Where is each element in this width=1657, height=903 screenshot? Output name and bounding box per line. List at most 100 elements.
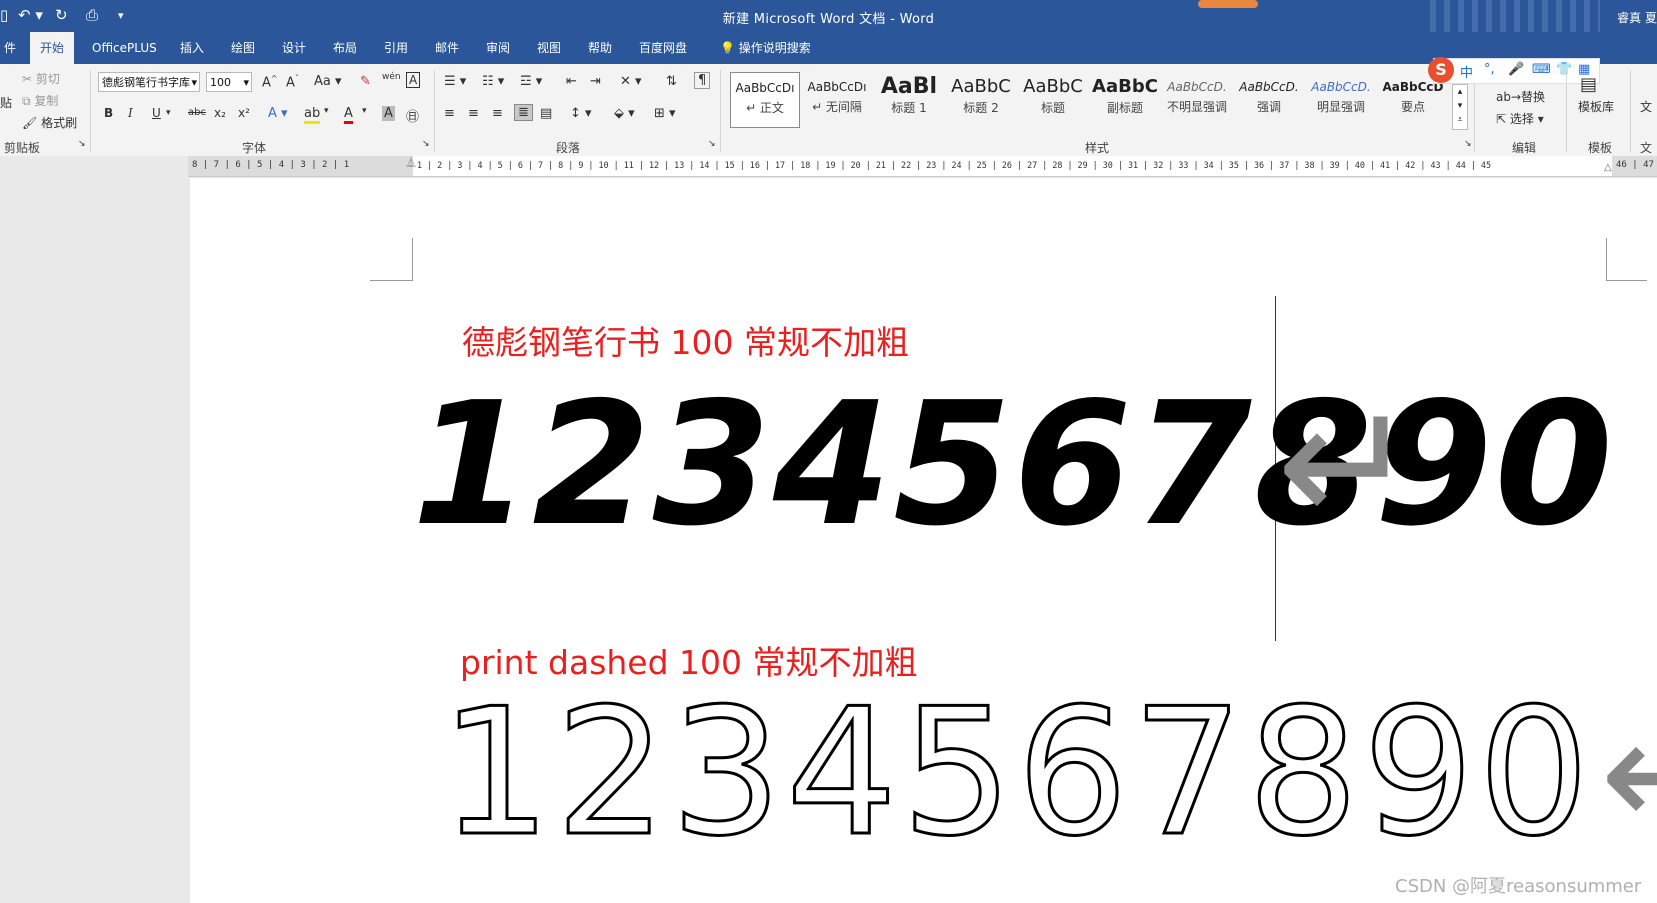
cut-button[interactable]: ✂ 剪切 bbox=[22, 70, 60, 87]
tab-help[interactable]: 帮助 bbox=[578, 32, 622, 64]
change-case-button[interactable]: Aa ▾ bbox=[314, 74, 342, 89]
tell-me-search[interactable]: 💡 操作说明搜索 bbox=[710, 32, 821, 64]
underline-button[interactable]: U bbox=[152, 106, 161, 120]
user-name[interactable]: 睿真 夏 bbox=[1617, 9, 1657, 26]
template-library-icon[interactable]: ▤ bbox=[1580, 74, 1597, 95]
dialog-launcher-icon[interactable]: ↘ bbox=[78, 139, 86, 149]
chevron-down-icon[interactable]: ▾ bbox=[362, 106, 367, 116]
tab-file[interactable]: 件 bbox=[0, 32, 26, 64]
digits-solid[interactable]: 1234567890 bbox=[412, 380, 1615, 550]
right-indent-marker-icon[interactable]: △ bbox=[1604, 162, 1612, 173]
heading-solid-font[interactable]: 德彪钢笔行书 100 常规不加粗 bbox=[462, 316, 909, 364]
style-heading-1[interactable]: AaBl 标题 1 bbox=[874, 72, 944, 128]
select-button[interactable]: ⇱ 选择 ▾ bbox=[1496, 110, 1544, 127]
subscript-button[interactable]: x₂ bbox=[214, 106, 226, 120]
style-title[interactable]: AaBbC 标题 bbox=[1018, 72, 1088, 128]
show-marks-icon[interactable]: ¶ bbox=[694, 72, 711, 89]
numbering-icon[interactable]: ☷ ▾ bbox=[482, 74, 504, 89]
align-right-icon[interactable]: ≡ bbox=[492, 106, 503, 121]
lightbulb-icon: 💡 bbox=[720, 41, 735, 55]
char-border-icon[interactable]: A bbox=[406, 72, 421, 88]
bullets-icon[interactable]: ☰ ▾ bbox=[444, 74, 466, 89]
align-left-icon[interactable]: ≡ bbox=[444, 106, 455, 121]
dialog-launcher-icon[interactable]: ↘ bbox=[422, 139, 430, 149]
grow-font-icon[interactable]: A^ bbox=[262, 74, 278, 90]
styles-scroll[interactable]: ▴ ▾ ⩡ bbox=[1452, 84, 1468, 130]
replace-button[interactable]: ab→替换 bbox=[1496, 88, 1545, 105]
paste-button[interactable]: 贴 bbox=[0, 94, 12, 111]
styles-more-icon[interactable]: ⩡ bbox=[1457, 115, 1462, 125]
dialog-launcher-icon[interactable]: ↘ bbox=[1464, 139, 1472, 149]
shrink-font-icon[interactable]: Aˇ bbox=[286, 74, 299, 90]
bold-button[interactable]: B bbox=[104, 106, 113, 120]
tab-officeplus[interactable]: OfficePLUS bbox=[82, 32, 167, 64]
cursor-icon: ⇱ bbox=[1496, 112, 1510, 126]
skin-icon[interactable]: 👕 bbox=[1556, 62, 1572, 77]
style-subtle-emphasis[interactable]: AaBbCcD. 不明显强调 bbox=[1162, 72, 1232, 128]
sort-icon[interactable]: ⇅ bbox=[666, 74, 677, 89]
microphone-icon[interactable]: 🎤 bbox=[1508, 62, 1524, 77]
enclosed-char-icon[interactable]: ㊐ bbox=[406, 106, 419, 125]
sogou-logo[interactable]: S bbox=[1428, 57, 1454, 83]
style-heading-2[interactable]: AaBbC 标题 2 bbox=[946, 72, 1016, 128]
digits-dashed[interactable]: 1234567890 bbox=[438, 685, 1593, 863]
line-spacing-icon[interactable]: ↕ ▾ bbox=[570, 106, 592, 121]
style-emphasis[interactable]: AaBbCcD. 强调 bbox=[1234, 72, 1304, 128]
multilevel-list-icon[interactable]: ☲ ▾ bbox=[520, 74, 542, 89]
font-name-combo[interactable]: 德彪钢笔行书字库 ▾ bbox=[98, 72, 200, 92]
chinese-layout-icon[interactable]: ✕ ▾ bbox=[620, 74, 642, 89]
chevron-down-icon[interactable]: ▾ bbox=[166, 108, 171, 118]
group-separator bbox=[434, 70, 435, 152]
style-no-spacing[interactable]: AaBbCcDı ↵ 无间隔 bbox=[802, 72, 872, 128]
superscript-button[interactable]: x² bbox=[238, 106, 250, 120]
tab-view[interactable]: 视图 bbox=[527, 32, 571, 64]
dialog-launcher-icon[interactable]: ↘ bbox=[708, 139, 716, 149]
justify-icon[interactable]: ≣ bbox=[514, 104, 533, 121]
extra-button[interactable]: 文 bbox=[1640, 98, 1652, 115]
tab-references[interactable]: 引用 bbox=[374, 32, 418, 64]
style-normal[interactable]: AaBbCcDı ↵ 正文 bbox=[730, 72, 800, 128]
style-subtitle[interactable]: AaBbC 副标题 bbox=[1090, 72, 1160, 128]
tab-mailings[interactable]: 邮件 bbox=[425, 32, 469, 64]
indent-marker-icon[interactable]: ⏅ bbox=[406, 154, 416, 169]
ime-toolbar[interactable]: S 中 °, 🎤 ⌨ 👕 ▦ bbox=[1428, 57, 1600, 84]
ruler-text-area[interactable]: 1 | 2 | 3 | 4 | 5 | 6 | 7 | 8 | 9 | 10 |… bbox=[413, 156, 1612, 176]
change-case-label: Aa bbox=[314, 74, 331, 89]
strikethrough-button[interactable]: abc bbox=[188, 107, 206, 118]
copy-icon: ⧉ bbox=[22, 94, 31, 108]
increase-indent-icon[interactable]: ⇥ bbox=[590, 74, 601, 89]
char-shading-icon[interactable]: A bbox=[382, 106, 395, 121]
tab-home[interactable]: 开始 bbox=[30, 32, 75, 64]
tab-design[interactable]: 设计 bbox=[272, 32, 316, 64]
shading-icon[interactable]: ⬙ ▾ bbox=[614, 106, 635, 121]
clear-format-icon[interactable]: ✎ bbox=[360, 74, 371, 89]
scroll-up-icon[interactable]: ▴ bbox=[1458, 87, 1463, 97]
horizontal-ruler[interactable]: 8 | 7 | 6 | 5 | 4 | 3 | 2 | 1 1 | 2 | 3 … bbox=[188, 156, 1657, 177]
tab-review[interactable]: 审阅 bbox=[476, 32, 520, 64]
tab-layout[interactable]: 布局 bbox=[323, 32, 367, 64]
style-intense-emphasis[interactable]: AaBbCcD. 明显强调 bbox=[1306, 72, 1376, 128]
punctuation-icon[interactable]: °, bbox=[1484, 62, 1495, 77]
chevron-down-icon: ▾ bbox=[191, 76, 197, 89]
tab-draw[interactable]: 绘图 bbox=[221, 32, 265, 64]
scroll-down-icon[interactable]: ▾ bbox=[1458, 101, 1463, 111]
align-center-icon[interactable]: ≡ bbox=[468, 106, 479, 121]
italic-button[interactable]: I bbox=[128, 106, 133, 120]
distributed-icon[interactable]: ▤ bbox=[540, 106, 552, 121]
font-color-icon[interactable]: A bbox=[344, 106, 353, 124]
format-painter-button[interactable]: 🖌 格式刷 bbox=[22, 114, 77, 131]
text-effects-icon[interactable]: A ▾ bbox=[268, 106, 288, 121]
font-size-combo[interactable]: 100 ▾ bbox=[206, 72, 252, 92]
tab-insert[interactable]: 插入 bbox=[170, 32, 214, 64]
keyboard-icon[interactable]: ⌨ bbox=[1532, 62, 1551, 77]
chevron-down-icon[interactable]: ▾ bbox=[324, 106, 329, 116]
phonetic-guide-button[interactable]: wén bbox=[382, 72, 401, 82]
extra-group-label: 文 bbox=[1640, 141, 1653, 155]
ime-language-toggle[interactable]: 中 bbox=[1460, 62, 1473, 81]
highlight-icon[interactable]: ab bbox=[304, 106, 321, 124]
decrease-indent-icon[interactable]: ⇤ bbox=[566, 74, 577, 89]
copy-button[interactable]: ⧉ 复制 bbox=[22, 92, 58, 109]
tab-baidu-netdisk[interactable]: 百度网盘 bbox=[629, 32, 697, 64]
borders-icon[interactable]: ⊞ ▾ bbox=[654, 106, 676, 121]
template-library-button[interactable]: 模板库 bbox=[1578, 98, 1614, 115]
